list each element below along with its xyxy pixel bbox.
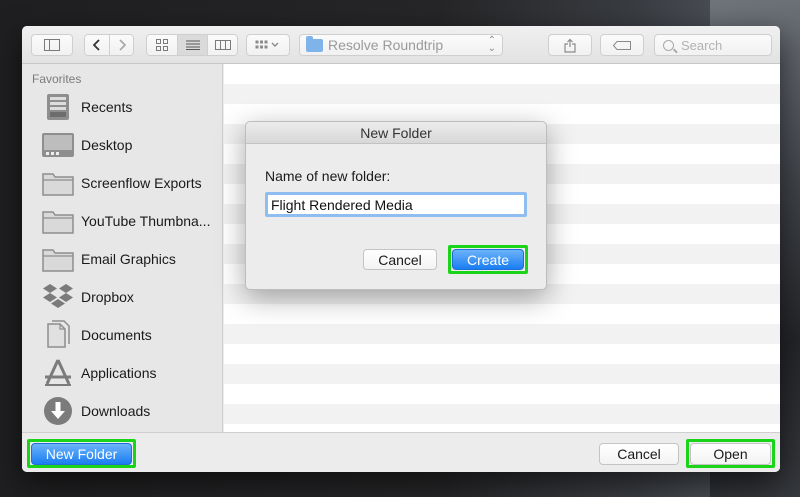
sidebar-item-label: Downloads (81, 403, 151, 419)
sidebar-item-label: Screenflow Exports (81, 175, 202, 191)
tag-icon (613, 40, 631, 50)
share-icon (564, 38, 576, 53)
group-by-button[interactable] (246, 34, 290, 56)
create-button[interactable]: Create (452, 249, 524, 270)
cancel-button[interactable]: Cancel (599, 443, 679, 465)
bottom-bar: New Folder Cancel Open (22, 432, 780, 472)
sidebar-item-label: Applications (81, 365, 157, 381)
sidebar-item-label: Dropbox (81, 289, 134, 305)
search-field[interactable]: Search (654, 34, 772, 56)
icon-view-button[interactable] (147, 35, 177, 55)
sidebar-item-screenflow-exports[interactable]: Screenflow Exports (40, 165, 220, 201)
sidebar-item-label: YouTube Thumbna... (81, 213, 211, 229)
sidebar-toggle-icon (44, 39, 60, 51)
folder-name-input[interactable] (265, 192, 527, 217)
sidebar-item-desktop[interactable]: Desktop (40, 127, 220, 163)
group-by-icon (255, 40, 279, 49)
sidebar-item-downloads[interactable]: Downloads (40, 393, 220, 429)
icon-view-icon (156, 39, 168, 51)
sidebar-item-recents[interactable]: Recents (40, 89, 220, 125)
up-down-chevron-icon: ⌃ ⌄ (487, 35, 496, 54)
sidebar-item-dropbox[interactable]: Dropbox (40, 279, 220, 315)
sidebar-item-youtube-thumbnails[interactable]: YouTube Thumbna... (40, 203, 220, 239)
recents-icon (40, 91, 76, 123)
back-button[interactable] (85, 35, 109, 55)
sidebar-item-label: Recents (81, 99, 133, 115)
back-forward-control (84, 34, 134, 56)
folder-icon (40, 167, 76, 199)
share-button[interactable] (548, 34, 592, 56)
sidebar-item-documents[interactable]: Documents (40, 317, 220, 353)
sidebar-item-email-graphics[interactable]: Email Graphics (40, 241, 220, 277)
sidebar-toggle-button[interactable] (31, 34, 73, 56)
forward-icon (118, 39, 126, 51)
dialog-cancel-button[interactable]: Cancel (363, 249, 437, 270)
folder-icon (40, 205, 76, 237)
new-folder-button[interactable]: New Folder (31, 443, 132, 465)
sidebar: Favorites Recents Desktop Screenflow Exp… (22, 64, 223, 432)
desktop-icon (40, 129, 76, 161)
folder-icon (40, 243, 76, 275)
dialog-title: New Folder (246, 122, 546, 144)
folder-icon (306, 35, 323, 52)
open-button[interactable]: Open (690, 443, 771, 465)
sidebar-item-label: Email Graphics (81, 251, 176, 267)
sidebar-item-label: Desktop (81, 137, 133, 153)
location-popup[interactable]: Resolve Roundtrip ⌃ ⌄ (299, 34, 503, 56)
column-view-button[interactable] (207, 35, 237, 55)
dropbox-icon (40, 281, 76, 313)
search-icon (663, 39, 674, 51)
sidebar-item-label: Documents (81, 327, 152, 343)
list-view-button[interactable] (177, 35, 207, 55)
forward-button[interactable] (109, 35, 133, 55)
sidebar-section-header: Favorites (32, 72, 82, 86)
applications-icon (40, 357, 76, 389)
dialog-prompt: Name of new folder: (265, 168, 391, 184)
column-view-icon (214, 40, 231, 50)
location-label: Resolve Roundtrip (328, 37, 444, 53)
documents-icon (40, 319, 76, 351)
search-placeholder: Search (681, 37, 723, 53)
view-mode-control (146, 34, 238, 56)
list-view-icon (185, 40, 200, 50)
sidebar-item-applications[interactable]: Applications (40, 355, 220, 391)
new-folder-dialog: New Folder Name of new folder: Cancel Cr… (245, 121, 547, 290)
toolbar: Resolve Roundtrip ⌃ ⌄ Search (22, 26, 780, 64)
back-icon (93, 39, 100, 51)
downloads-icon (40, 395, 76, 427)
tag-button[interactable] (600, 34, 644, 56)
